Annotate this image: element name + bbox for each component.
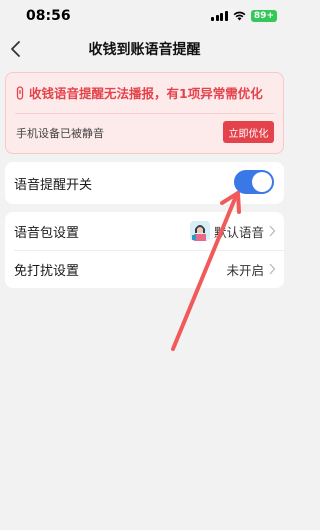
battery-icon: 89+ xyxy=(250,10,277,22)
dnd-row[interactable]: 免打扰设置 未开启 xyxy=(5,250,284,288)
mute-warning-icon xyxy=(16,85,24,100)
toggle-knob xyxy=(252,172,272,192)
status-icons: 89+ xyxy=(211,10,277,22)
voice-reminder-label: 语音提醒开关 xyxy=(14,177,93,193)
chevron-right-icon xyxy=(269,263,276,275)
page-title: 收钱到账语音提醒 xyxy=(88,42,201,58)
signal-icon xyxy=(211,11,228,21)
voice-pack-label: 语音包设置 xyxy=(14,225,80,241)
alert-header: 收钱语音提醒无法播报，有1项异常需优化 xyxy=(15,83,263,102)
dnd-value: 未开启 xyxy=(226,262,264,278)
alert-divider xyxy=(15,113,274,114)
back-arrow-icon[interactable] xyxy=(6,38,28,60)
voice-pack-value-group: 默认语音 xyxy=(189,212,276,250)
voice-reminder-card: 语音提醒开关 xyxy=(5,162,284,204)
alert-issue-text: 手机设备已被静音 xyxy=(16,127,104,140)
status-bar: 08:56 89+ xyxy=(0,0,289,32)
alert-card: 收钱语音提醒无法播报，有1项异常需优化 手机设备已被静音 立即优化 xyxy=(5,72,284,154)
voice-pack-row[interactable]: 语音包设置 默认语音 xyxy=(5,212,284,250)
nav-bar: 收钱到账语音提醒 xyxy=(0,32,289,66)
chevron-right-icon xyxy=(269,225,276,237)
wifi-icon xyxy=(233,11,246,21)
dnd-value-group: 未开启 xyxy=(226,250,276,288)
voice-reminder-toggle[interactable] xyxy=(234,170,274,194)
optimize-now-button[interactable]: 立即优化 xyxy=(223,121,274,143)
alert-title: 收钱语音提醒无法播报，有1项异常需优化 xyxy=(29,86,263,101)
dnd-label: 免打扰设置 xyxy=(14,263,80,279)
voice-pack-avatar-icon xyxy=(189,221,210,241)
settings-card: 语音包设置 默认语音 免打扰设置 未开启 xyxy=(5,212,284,288)
voice-pack-value: 默认语音 xyxy=(213,224,264,240)
status-time: 08:56 xyxy=(26,8,71,24)
